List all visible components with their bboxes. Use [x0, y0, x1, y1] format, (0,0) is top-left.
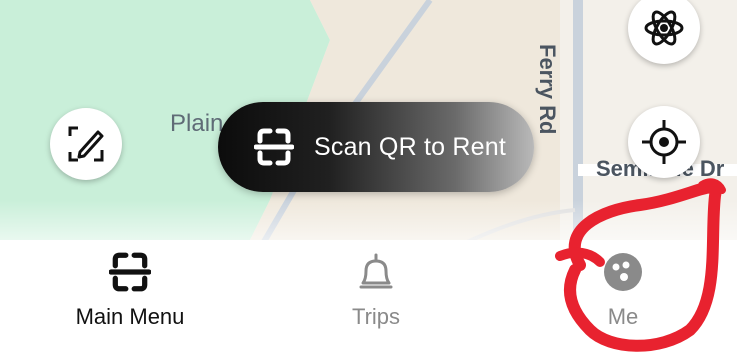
scan-qr-button[interactable]: Scan QR to Rent: [218, 102, 534, 192]
nav-label-me: Me: [607, 304, 639, 329]
locate-button[interactable]: [628, 106, 700, 178]
app-screen: Plain Ferry Rd Seminole Dr: [0, 0, 737, 353]
atom-layers-icon: [644, 10, 684, 46]
map-label-road: Ferry Rd: [535, 44, 560, 135]
nav-item-main-menu[interactable]: Main Menu: [50, 250, 210, 330]
report-button[interactable]: [50, 108, 122, 180]
scan-frame-icon: [108, 250, 152, 294]
map-label-area: Plain: [170, 110, 224, 137]
scan-frame-icon: [254, 127, 294, 167]
edit-report-icon: [68, 126, 104, 162]
nav-item-me[interactable]: Me: [543, 250, 703, 330]
scan-qr-label: Scan QR to Rent: [314, 132, 506, 161]
nav-item-trips[interactable]: Trips: [296, 250, 456, 330]
nav-label-trips: Trips: [351, 304, 401, 329]
nav-label-main-menu: Main Menu: [75, 304, 185, 329]
crosshair-locate-icon: [642, 120, 686, 164]
bell-icon: [354, 250, 398, 294]
face-icon: [601, 250, 645, 294]
